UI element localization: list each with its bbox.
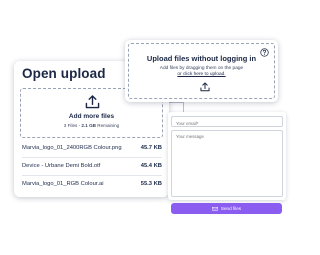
send-form-card <box>168 112 286 200</box>
connector-line-horizontal <box>168 102 184 103</box>
storage-remaining: 2.1 GB <box>81 123 96 128</box>
upload-without-login-card[interactable]: Upload files without logging in Add file… <box>125 40 278 102</box>
message-field[interactable] <box>171 130 283 197</box>
remaining-text: Remaining <box>95 123 120 128</box>
page-title: Open upload <box>22 66 106 81</box>
upload-icon <box>85 95 100 109</box>
file-size: 45.7 KB <box>140 145 162 151</box>
file-row[interactable]: Marvia_logo_01_2400RGB Colour.png 45.7 K… <box>22 142 162 156</box>
files-count: 3 Files <box>63 123 78 128</box>
file-row[interactable]: Marvia_logo_01_RGB Colour.ai 55.3 KB <box>22 178 162 192</box>
file-row[interactable]: Device - Urbane Demi Bold.otf 45.4 KB <box>22 160 162 174</box>
send-files-label: Send files <box>220 206 242 211</box>
no-login-instructions: Add files by dragging them on the page <box>159 66 244 71</box>
add-more-files-label: Add more files <box>68 113 115 120</box>
row-divider <box>22 175 162 176</box>
send-files-button[interactable]: Send files <box>171 203 282 214</box>
upload-icon[interactable] <box>200 82 210 92</box>
no-login-drop-zone[interactable]: Upload files without logging in Add file… <box>128 43 275 99</box>
files-remaining-text: 3 Files - 2.1 GB Remaining <box>21 123 162 128</box>
file-size: 45.4 KB <box>140 163 162 169</box>
file-name: Marvia_logo_01_2400RGB Colour.png <box>22 145 122 151</box>
file-size: 55.3 KB <box>140 181 162 187</box>
row-divider <box>22 157 162 158</box>
file-name: Marvia_logo_01_RGB Colour.ai <box>22 181 104 187</box>
envelope-icon <box>211 206 218 211</box>
email-field[interactable] <box>171 116 283 127</box>
no-login-title: Upload files without logging in <box>146 54 257 63</box>
file-name: Device - Urbane Demi Bold.otf <box>22 163 101 169</box>
click-to-upload-link[interactable]: or click here to upload. <box>129 72 274 77</box>
